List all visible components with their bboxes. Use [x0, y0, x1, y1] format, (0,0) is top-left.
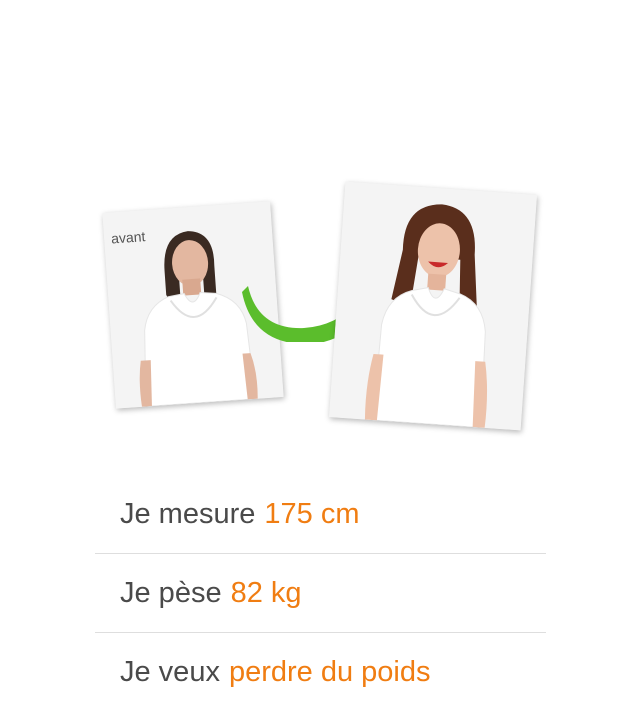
- goal-row: Je veux perdre du poids: [95, 633, 546, 712]
- after-photo: [329, 181, 537, 431]
- goal-value: perdre du poids: [228, 656, 431, 688]
- goal-label: Je veux: [120, 656, 220, 688]
- weight-row: Je pèse 82 kg: [95, 554, 546, 633]
- height-label: Je mesure: [120, 497, 256, 530]
- weight-value: 82 kg: [230, 576, 302, 609]
- height-row: Je mesure 175 cm: [95, 475, 546, 554]
- weight-label: Je pèse: [120, 576, 222, 609]
- height-value: 175 cm: [264, 497, 360, 530]
- before-caption: avant: [110, 228, 146, 247]
- profile-info-list: Je mesure 175 cm Je pèse 82 kg Je veux p…: [95, 475, 546, 712]
- after-photo-illustration: [329, 181, 537, 431]
